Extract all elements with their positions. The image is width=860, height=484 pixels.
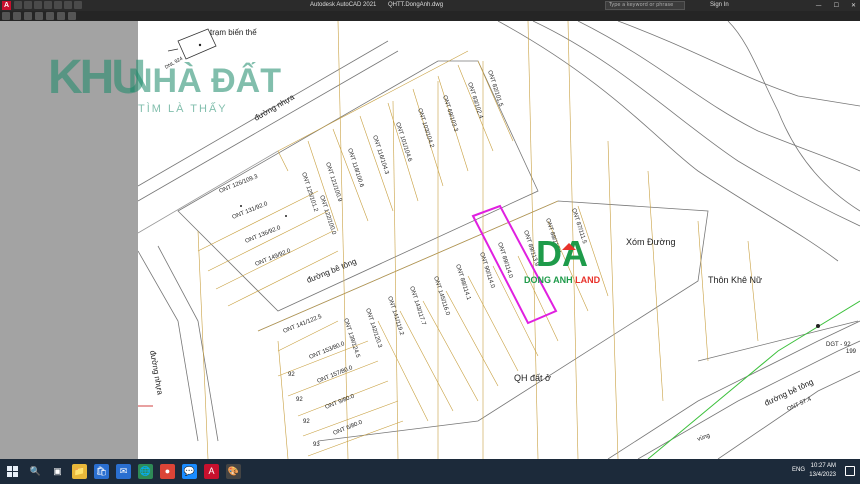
orbit-icon[interactable] <box>24 12 32 20</box>
lot-label: ONT 153/80.0 <box>309 341 347 361</box>
lot-label: ONT 118/100.6 <box>346 148 364 189</box>
label-thon-khe-nu: Thôn Khê Nữ <box>708 275 762 285</box>
new-file-icon[interactable] <box>14 1 22 9</box>
autocad-taskbar-icon[interactable]: A <box>204 464 219 479</box>
da-logo-letters: DA <box>536 233 588 274</box>
lot-label: ONT 149/92.0 <box>255 248 293 268</box>
lot-label: ONT 141/119.2 <box>386 296 404 337</box>
lot-label: ONT 9/80.0 <box>325 393 357 410</box>
language-indicator[interactable]: ENG <box>792 467 805 473</box>
print-icon[interactable] <box>54 1 62 9</box>
store-icon[interactable]: 🛍 <box>94 464 109 479</box>
undo-icon[interactable] <box>64 1 72 9</box>
lot-label: ONT 103/104.2 <box>416 108 435 149</box>
label-vung: vùng <box>697 433 711 443</box>
watermark-nha-dat: NHÀ ĐẤT <box>128 62 281 100</box>
search-icon[interactable]: 🔍 <box>28 464 43 479</box>
label-duong-nhua-left: đường nhựa <box>148 350 165 396</box>
label-qh-dat-o: QH đất ở <box>514 373 551 383</box>
clock[interactable]: 10:27 AM 13/4/2023 <box>809 462 836 480</box>
task-view-icon[interactable]: ▣ <box>50 464 65 479</box>
redo-icon[interactable] <box>74 1 82 9</box>
lot-label: ONT 122/100.0 <box>318 195 337 236</box>
sign-in-link[interactable]: Sign In <box>710 0 729 11</box>
lot-label: ONT 136/92.0 <box>245 225 283 245</box>
lot-label-highlighted: ONT 89/114.0 <box>496 242 513 280</box>
file-explorer-icon[interactable]: 📁 <box>72 464 87 479</box>
small-label: ONT 57.4 <box>786 396 813 413</box>
maximize-button[interactable]: ☐ <box>834 0 839 11</box>
save-as-icon[interactable] <box>44 1 52 9</box>
label-dgt-val: 199 <box>846 349 857 355</box>
label-dgt: DGT - 92 <box>826 342 851 348</box>
window-controls: — ☐ ✕ <box>816 0 856 11</box>
autocad-logo-icon[interactable]: A <box>2 1 11 10</box>
save-icon[interactable] <box>34 1 42 9</box>
mail-icon[interactable]: ✉ <box>116 464 131 479</box>
lot-label: ONT 139/124.5 <box>342 318 361 359</box>
windows-start-icon[interactable] <box>7 466 18 477</box>
zalo-icon[interactable]: 💬 <box>182 464 197 479</box>
lot-label: ONT 143/117.7 <box>408 286 426 327</box>
layer-icon[interactable] <box>46 12 54 20</box>
notification-icon[interactable] <box>845 466 855 476</box>
file-title: QHTT.DongAnh.dwg <box>388 2 444 8</box>
window-icon[interactable] <box>35 12 43 20</box>
paint-icon[interactable]: 🎨 <box>226 464 241 479</box>
lot-label: ONT 157/80.0 <box>317 365 355 385</box>
clock-date: 13/4/2023 <box>809 472 836 478</box>
lot-label: ONT 88/114.1 <box>454 264 471 302</box>
lot-label: ONT 131/92.0 <box>232 201 270 221</box>
taskbar: 🔍 ▣ 📁 🛍 ✉ 🌐 ● 💬 A 🎨 ENG 10:27 AM 13/4/20… <box>0 459 860 484</box>
label-duong-be-tong-center: đường bê tông <box>305 257 357 285</box>
small-label: 93 <box>313 442 320 448</box>
zoom-icon[interactable] <box>13 12 21 20</box>
close-button[interactable]: ✕ <box>851 0 856 11</box>
lot-label: ONT 82/101.5 <box>486 70 504 108</box>
taskbar-apps: 🔍 ▣ 📁 🛍 ✉ 🌐 ● 💬 A 🎨 <box>28 464 241 479</box>
lot-label: ONT 83/102.4 <box>466 82 484 120</box>
house-roof-icon <box>562 243 576 250</box>
small-label: 92 <box>288 372 295 378</box>
toolstrip <box>0 11 860 21</box>
clock-time: 10:27 AM <box>810 463 836 469</box>
label-xom-duong: Xóm Đường <box>626 237 675 247</box>
dong-anh-land-logo: DA DONG ANH LAND <box>524 233 614 291</box>
grid-icon[interactable] <box>57 12 65 20</box>
pan-icon[interactable] <box>2 12 10 20</box>
minimize-button[interactable]: — <box>816 0 822 11</box>
lot-label: ONT 90/114.0 <box>478 252 495 290</box>
app-title: Autodesk AutoCAD 2021 <box>310 2 377 8</box>
search-input[interactable]: Type a keyword or phrase <box>605 1 685 10</box>
open-file-icon[interactable] <box>24 1 32 9</box>
lot-label: ONT 6/80.0 <box>333 419 365 436</box>
chrome-icon[interactable]: ● <box>160 464 175 479</box>
label-tram-bien-the: trạm biến thế <box>210 28 257 37</box>
lot-label: ONT 125/101.2 <box>300 172 319 213</box>
lot-label: ONT 101/104.6 <box>394 122 413 163</box>
titlebar: A Autodesk AutoCAD 2021 QHTT.DongAnh.dwg… <box>0 0 860 11</box>
small-label: 92 <box>296 397 303 403</box>
small-label: 92 <box>303 419 310 425</box>
quick-access-toolbar <box>14 1 82 9</box>
lot-label: ONT 142/120.3 <box>364 308 383 349</box>
da-logo-text: DONG ANH LAND <box>524 275 601 285</box>
edge-icon[interactable]: 🌐 <box>138 464 153 479</box>
lot-label: ONT 69/103.3 <box>441 95 459 133</box>
lot-label: ONT 145/116.0 <box>432 276 450 317</box>
watermark-tagline: TÌM LÀ THẤY <box>138 103 228 115</box>
snap-icon[interactable] <box>68 12 76 20</box>
